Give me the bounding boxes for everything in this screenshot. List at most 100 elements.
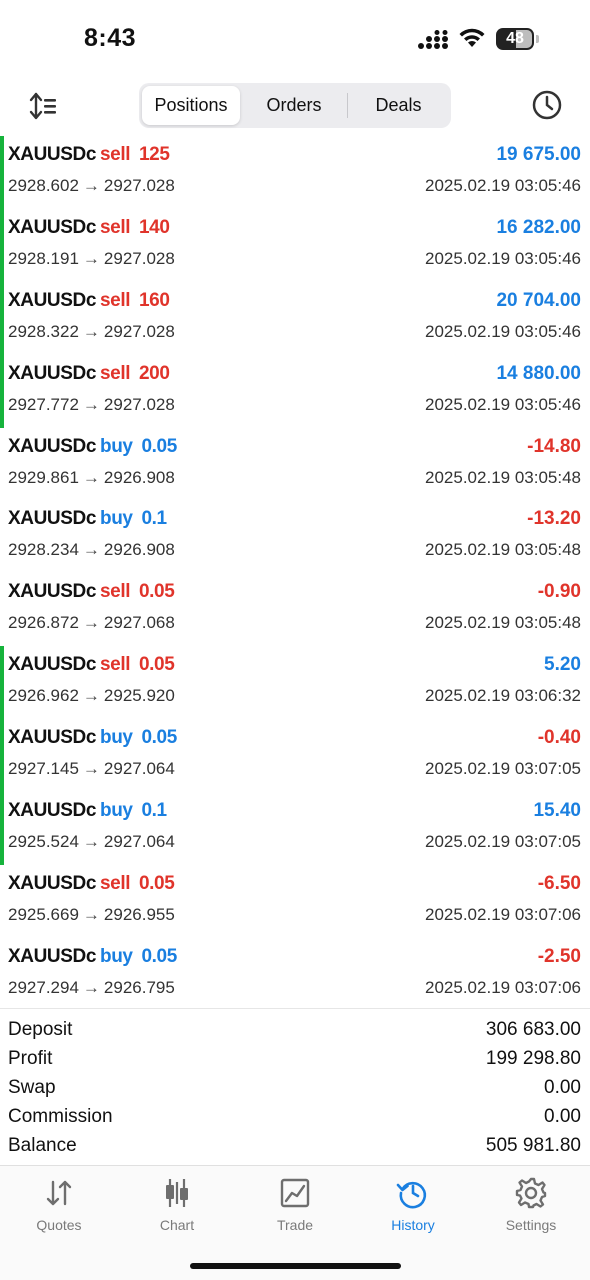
deal-close-price: 2926.795 <box>103 977 175 997</box>
arrow-right-icon: → <box>82 394 100 414</box>
summary-value: 0.00 <box>544 1077 581 1098</box>
deal-prices: 2928.322 → 2927.028 <box>8 322 175 342</box>
deal-title: XAUUSDc buy 0.05 <box>8 436 177 458</box>
tab-chart[interactable]: Chart <box>118 1176 236 1240</box>
deal-symbol: XAUUSDc <box>8 435 96 457</box>
deal-row[interactable]: XAUUSDc sell 0.05 2926.872 → 2927.068 -0.90… <box>0 573 590 646</box>
deal-symbol: XAUUSDc <box>8 872 96 894</box>
deal-prices: 2928.234 → 2926.908 <box>8 540 175 560</box>
deal-symbol: XAUUSDc <box>8 727 96 749</box>
segment-orders[interactable]: Orders <box>242 86 346 125</box>
deal-datetime: 2025.02.19 03:05:46 <box>425 321 581 341</box>
deal-title: XAUUSDc sell 200 <box>8 363 170 385</box>
deal-close-price: 2927.028 <box>103 248 175 268</box>
deal-prices: 2929.861 → 2926.908 <box>8 468 175 488</box>
deal-row[interactable]: XAUUSDc sell 125 2928.602 → 2927.028 19 675… <box>0 136 590 209</box>
summary-label: Deposit <box>8 1019 73 1040</box>
deal-prices: 2926.872 → 2927.068 <box>8 613 175 633</box>
deal-side: buy <box>100 727 133 749</box>
tab-label: Settings <box>505 1217 557 1233</box>
segment-positions[interactable]: Positions <box>142 86 240 125</box>
deal-row[interactable]: XAUUSDc sell 0.05 2925.669 → 2926.955 -6.50… <box>0 865 590 938</box>
summary-label: Balance <box>8 1135 77 1156</box>
deal-prices: 2927.772 → 2927.028 <box>8 395 175 415</box>
deal-prices: 2925.524 → 2927.064 <box>8 832 175 852</box>
deals-list: XAUUSDc sell 125 2928.602 → 2927.028 19 675… <box>0 136 590 1011</box>
deal-close-price: 2926.908 <box>103 467 175 487</box>
deal-volume: 0.05 <box>138 872 175 894</box>
deal-title: XAUUSDc sell 0.05 <box>8 872 175 895</box>
deal-row[interactable]: XAUUSDc buy 0.05 2927.294 → 2926.795 -2.50 … <box>0 938 590 1011</box>
deal-datetime: 2025.02.19 03:05:46 <box>425 248 581 268</box>
sort-icon[interactable] <box>28 90 60 122</box>
deal-row[interactable]: XAUUSDc sell 160 2928.322 → 2927.028 20 704… <box>0 281 590 355</box>
deal-symbol: XAUUSDc <box>8 362 96 384</box>
deal-volume: 140 <box>138 216 170 238</box>
deal-volume: 0.1 <box>141 800 167 822</box>
summary-profit: Profit 199 298.80 <box>0 1045 590 1074</box>
deal-open-price: 2927.294 <box>8 977 79 997</box>
deal-prices: 2926.962 → 2925.920 <box>8 686 175 706</box>
deal-volume: 0.05 <box>141 435 177 457</box>
deal-profit: -0.90 <box>537 581 581 603</box>
deal-row[interactable]: XAUUSDc sell 0.05 2926.962 → 2925.920 5.20 … <box>0 646 590 720</box>
deal-close-price: 2927.064 <box>103 759 175 779</box>
deal-profit: 20 704.00 <box>496 289 581 311</box>
deal-row[interactable]: XAUUSDc buy 0.05 2929.861 → 2926.908 -14.80… <box>0 428 590 501</box>
tab-trade[interactable]: Trade <box>236 1176 354 1240</box>
deal-profit: 19 675.00 <box>496 144 581 165</box>
deal-row[interactable]: XAUUSDc sell 200 2927.772 → 2927.028 14 880… <box>0 354 590 428</box>
deal-volume: 160 <box>138 289 170 311</box>
deal-close-price: 2926.908 <box>103 540 175 560</box>
deal-datetime: 2025.02.19 03:07:05 <box>425 832 581 852</box>
deal-symbol: XAUUSDc <box>8 289 96 311</box>
deal-row[interactable]: XAUUSDc buy 0.05 2927.145 → 2927.064 -0.40 … <box>0 719 590 792</box>
deal-profit: -13.20 <box>527 508 581 530</box>
deal-title: XAUUSDc sell 140 <box>8 217 170 239</box>
segment-deals[interactable]: Deals <box>349 86 448 125</box>
clock-icon[interactable] <box>530 88 564 122</box>
deal-prices: 2927.145 → 2927.064 <box>8 759 175 779</box>
status-bar: 8:43 48 <box>0 0 590 80</box>
deal-profit: 14 880.00 <box>496 362 581 384</box>
deal-symbol: XAUUSDc <box>8 945 96 967</box>
history-icon <box>396 1181 427 1209</box>
deal-datetime: 2025.02.19 03:05:46 <box>425 176 581 195</box>
deal-datetime: 2025.02.19 03:05:48 <box>425 613 581 633</box>
deal-symbol: XAUUSDc <box>8 800 96 822</box>
deal-datetime: 2025.02.19 03:07:06 <box>425 977 581 997</box>
deal-open-price: 2927.772 <box>8 394 79 414</box>
deal-side: sell <box>100 289 131 311</box>
summary-value: 0.00 <box>544 1106 581 1127</box>
history-segmented-control: Positions Orders Deals <box>139 83 451 128</box>
account-summary: Deposit 306 683.00 Profit 199 298.80 Swa… <box>0 1008 590 1161</box>
deal-datetime: 2025.02.19 03:05:48 <box>425 467 581 487</box>
deal-side: sell <box>100 144 131 165</box>
deal-title: XAUUSDc sell 0.05 <box>8 581 175 603</box>
deal-volume: 0.1 <box>141 508 167 530</box>
segment-divider <box>347 93 348 118</box>
summary-deposit: Deposit 306 683.00 <box>0 1016 590 1045</box>
arrow-right-icon: → <box>82 904 100 924</box>
tab-settings[interactable]: Settings <box>472 1176 590 1240</box>
deal-row[interactable]: XAUUSDc buy 0.1 2928.234 → 2926.908 -13.20 … <box>0 500 590 573</box>
deal-row[interactable]: XAUUSDc sell 140 2928.191 → 2927.028 16 282… <box>0 208 590 282</box>
deal-close-price: 2926.955 <box>103 904 175 924</box>
arrow-right-icon: → <box>82 540 100 560</box>
deal-title: XAUUSDc buy 0.1 <box>8 800 167 822</box>
deal-symbol: XAUUSDc <box>8 654 96 676</box>
arrow-right-icon: → <box>82 321 100 341</box>
deal-profit: 5.20 <box>544 654 581 676</box>
deal-close-price: 2927.064 <box>103 832 175 852</box>
summary-value: 306 683.00 <box>485 1019 581 1040</box>
status-time: 8:43 <box>84 24 137 52</box>
deal-profit: 15.40 <box>533 800 581 822</box>
deal-row[interactable]: XAUUSDc buy 0.1 2925.524 → 2927.064 15.40 2… <box>0 792 590 865</box>
tab-history[interactable]: History <box>354 1176 472 1240</box>
arrow-right-icon: → <box>82 613 100 633</box>
deal-side: sell <box>100 872 131 894</box>
tab-quotes[interactable]: Quotes <box>0 1176 118 1240</box>
tab-label: Trade <box>276 1217 314 1233</box>
trade-icon <box>280 1178 310 1208</box>
deal-symbol: XAUUSDc <box>8 508 96 530</box>
